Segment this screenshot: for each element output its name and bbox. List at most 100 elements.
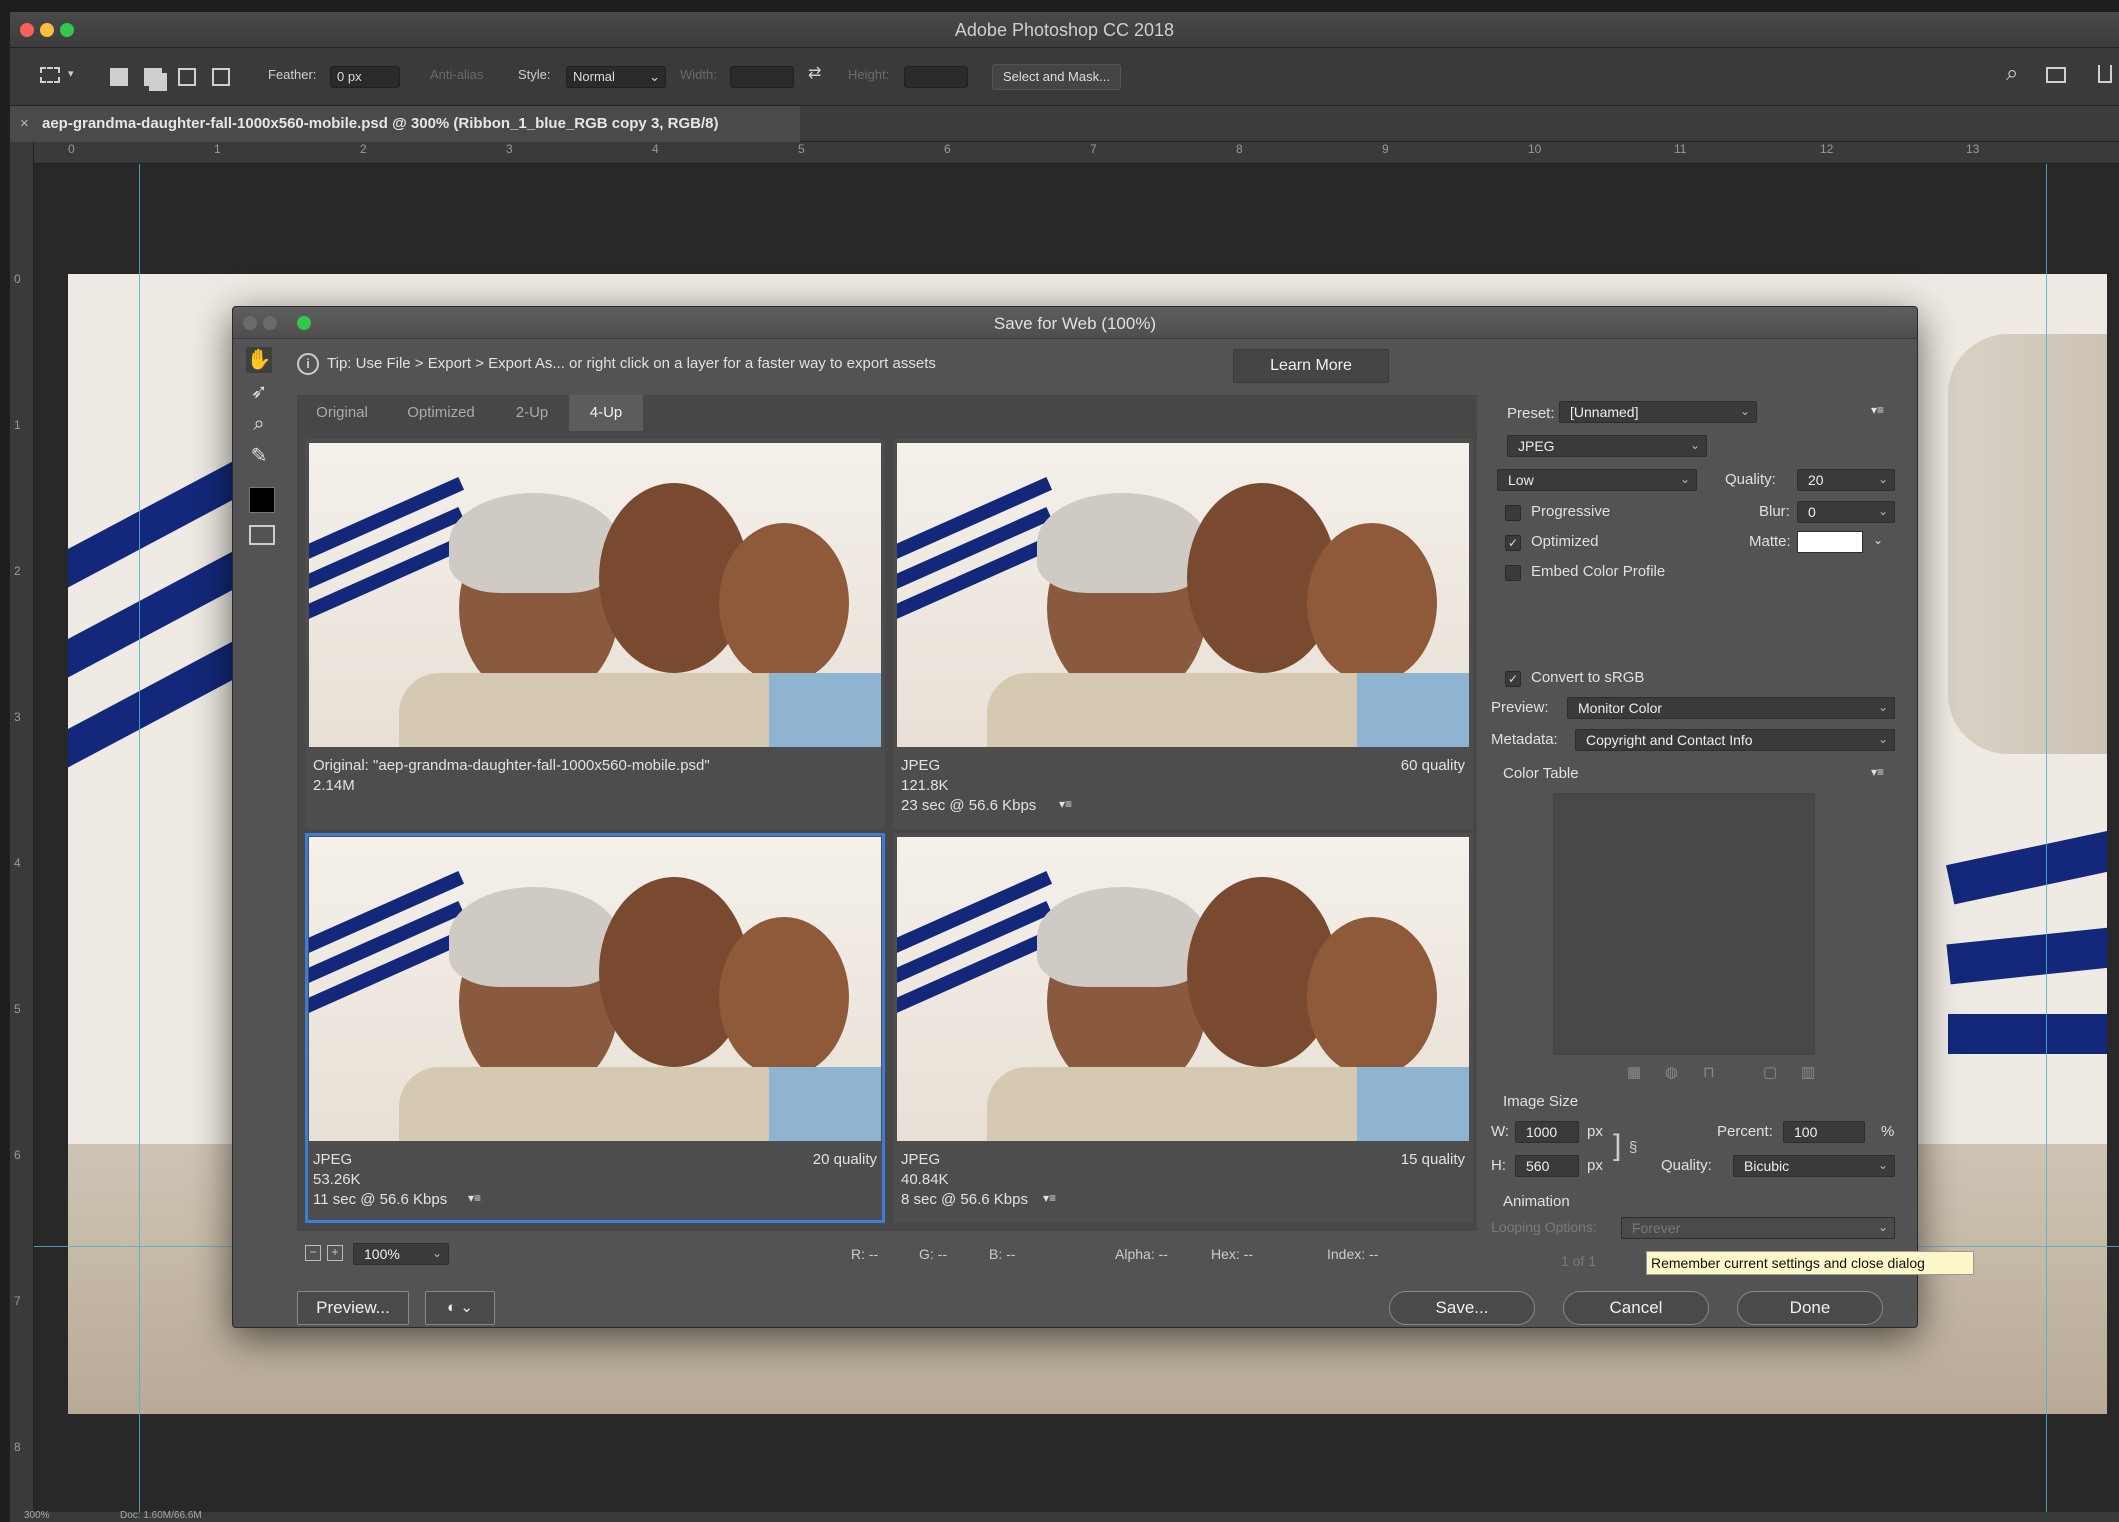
subtract-selection-icon[interactable]: [178, 68, 196, 86]
guide-line[interactable]: [139, 164, 140, 1512]
optimized-label: Optimized: [1531, 533, 1599, 550]
tab-optimized[interactable]: Optimized: [387, 395, 495, 431]
metadata-value: Copyright and Contact Info: [1586, 732, 1753, 748]
cancel-button[interactable]: Cancel: [1563, 1291, 1709, 1325]
chevron-down-icon[interactable]: ▾: [68, 67, 74, 80]
lock-icon[interactable]: ⊓: [1703, 1063, 1715, 1081]
guide-line[interactable]: [2046, 164, 2047, 1512]
percent-input[interactable]: 100: [1783, 1121, 1865, 1143]
preview-button[interactable]: Preview...: [297, 1291, 409, 1325]
style-select[interactable]: Normal ⌄: [566, 66, 666, 88]
document-tab[interactable]: × aep-grandma-daughter-fall-1000x560-mob…: [10, 106, 800, 142]
marquee-tool-icon[interactable]: [40, 67, 60, 83]
preview-pane-original[interactable]: Original: "aep-grandma-daughter-fall-100…: [305, 439, 885, 829]
hair-grandmother: [449, 493, 619, 593]
preview-pane-2[interactable]: JPEG 60 quality 121.8K 23 sec @ 56.6 Kbp…: [893, 439, 1473, 829]
zoom-in-icon[interactable]: +: [327, 1245, 343, 1261]
matte-swatch[interactable]: [1797, 531, 1863, 553]
pane-quality: 20 quality: [812, 1151, 877, 1168]
chevron-down-icon[interactable]: ⌄: [1873, 533, 1883, 547]
trash-icon[interactable]: ▥: [1801, 1063, 1815, 1081]
tab-2-up[interactable]: 2-Up: [495, 395, 569, 431]
hair-grandmother: [449, 887, 619, 987]
looping-label: Looping Options:: [1491, 1219, 1597, 1235]
ruler-label: 3: [506, 142, 513, 156]
tab-4-up[interactable]: 4-Up: [569, 395, 643, 431]
link-icon[interactable]: §: [1629, 1139, 1637, 1156]
preview-image[interactable]: [897, 443, 1469, 747]
optimized-checkbox[interactable]: ✓: [1505, 535, 1521, 551]
progressive-label: Progressive: [1531, 503, 1611, 520]
height-label: H:: [1491, 1157, 1506, 1174]
learn-more-button[interactable]: Learn More: [1233, 349, 1389, 383]
pane-menu-icon[interactable]: ▾≡: [468, 1191, 481, 1205]
frame-counter: 1 of 1: [1561, 1253, 1597, 1269]
embed-profile-checkbox[interactable]: [1505, 565, 1521, 581]
preview-select[interactable]: Monitor Color ⌄: [1567, 697, 1895, 719]
zoom-out-icon[interactable]: −: [305, 1245, 321, 1261]
width-input[interactable]: [730, 66, 794, 88]
done-button[interactable]: Done: [1737, 1291, 1883, 1325]
zoom-tool-icon[interactable]: ⌕: [246, 411, 272, 437]
preview-image[interactable]: [309, 443, 881, 747]
pane-menu-icon[interactable]: ▾≡: [1043, 1191, 1056, 1205]
tip-text: Tip: Use File > Export > Export As... or…: [327, 355, 936, 372]
ruler-label: 3: [14, 710, 21, 724]
progressive-checkbox[interactable]: [1505, 505, 1521, 521]
toggle-slices-icon[interactable]: [249, 525, 275, 545]
convert-srgb-checkbox[interactable]: ✓: [1505, 671, 1521, 687]
preset-select[interactable]: [Unnamed] ⌄: [1559, 401, 1757, 423]
web-shift-icon[interactable]: ◍: [1665, 1063, 1678, 1081]
hair-grandmother: [1037, 887, 1207, 987]
ruler-label: 12: [1820, 142, 1834, 156]
index-readout: Index: --: [1327, 1246, 1379, 1262]
map-color-icon[interactable]: ▦: [1627, 1063, 1641, 1081]
share-icon[interactable]: [2098, 65, 2112, 83]
height-input[interactable]: [904, 66, 968, 88]
metadata-select[interactable]: Copyright and Contact Info ⌄: [1575, 729, 1895, 751]
dialog-title: Save for Web (100%): [993, 314, 1157, 333]
save-button[interactable]: Save...: [1389, 1291, 1535, 1325]
preset-menu-icon[interactable]: ▾≡: [1871, 403, 1884, 417]
preview-image[interactable]: [309, 837, 881, 1141]
eyedropper-tool-icon[interactable]: ✎: [246, 443, 272, 469]
tab-original[interactable]: Original: [297, 395, 387, 431]
search-icon[interactable]: ⌕: [2006, 60, 2018, 86]
pane-menu-icon[interactable]: ▾≡: [1059, 797, 1072, 811]
dialog-footer: Preview... ◐ ⌄ Save... Cancel Done: [233, 1283, 1917, 1327]
browser-preview-button[interactable]: ◐ ⌄: [425, 1291, 495, 1325]
color-table-menu-icon[interactable]: ▾≡: [1871, 765, 1884, 779]
height-input[interactable]: 560: [1515, 1155, 1579, 1177]
constrain-proportions-icon[interactable]: ]: [1613, 1129, 1621, 1163]
workspace-icon[interactable]: [2046, 67, 2066, 83]
anti-alias-checkbox[interactable]: Anti-alias: [430, 67, 483, 82]
close-tab-icon[interactable]: ×: [20, 115, 29, 132]
add-selection-icon[interactable]: [144, 68, 162, 86]
preview-pane-3-selected[interactable]: JPEG 20 quality 53.26K 11 sec @ 56.6 Kbp…: [305, 833, 885, 1223]
alpha-readout: Alpha: --: [1115, 1246, 1168, 1262]
format-select[interactable]: JPEG ⌄: [1507, 435, 1707, 457]
pane-info-line1: Original: "aep-grandma-daughter-fall-100…: [313, 757, 710, 774]
blur-input[interactable]: 0 ⌄: [1797, 501, 1895, 523]
quality-input[interactable]: 20 ⌄: [1797, 469, 1895, 491]
slice-select-tool-icon[interactable]: ➶: [246, 379, 272, 405]
ruler-label: 8: [1236, 142, 1243, 156]
eyedropper-color-swatch[interactable]: [249, 487, 275, 513]
zoom-status[interactable]: 300%: [24, 1510, 50, 1521]
swap-icon[interactable]: ⇄: [808, 63, 821, 83]
new-color-icon[interactable]: ▢: [1763, 1063, 1777, 1081]
height-label: Height:: [848, 67, 890, 82]
metadata-label: Metadata:: [1491, 731, 1558, 748]
preview-pane-4[interactable]: JPEG 15 quality 40.84K 8 sec @ 56.6 Kbps…: [893, 833, 1473, 1223]
feather-input[interactable]: 0 px: [330, 66, 400, 88]
select-and-mask-button[interactable]: Select and Mask...: [992, 64, 1121, 90]
preview-image[interactable]: [897, 837, 1469, 1141]
new-selection-icon[interactable]: [110, 68, 128, 86]
width-input[interactable]: 1000: [1515, 1121, 1579, 1143]
intersect-selection-icon[interactable]: [212, 68, 230, 86]
resample-select[interactable]: Bicubic ⌄: [1733, 1155, 1895, 1177]
compression-select[interactable]: Low ⌄: [1497, 469, 1697, 491]
hand-tool-icon[interactable]: ✋: [246, 347, 272, 373]
color-table[interactable]: [1553, 793, 1815, 1055]
zoom-select[interactable]: 100% ⌄: [353, 1243, 449, 1265]
